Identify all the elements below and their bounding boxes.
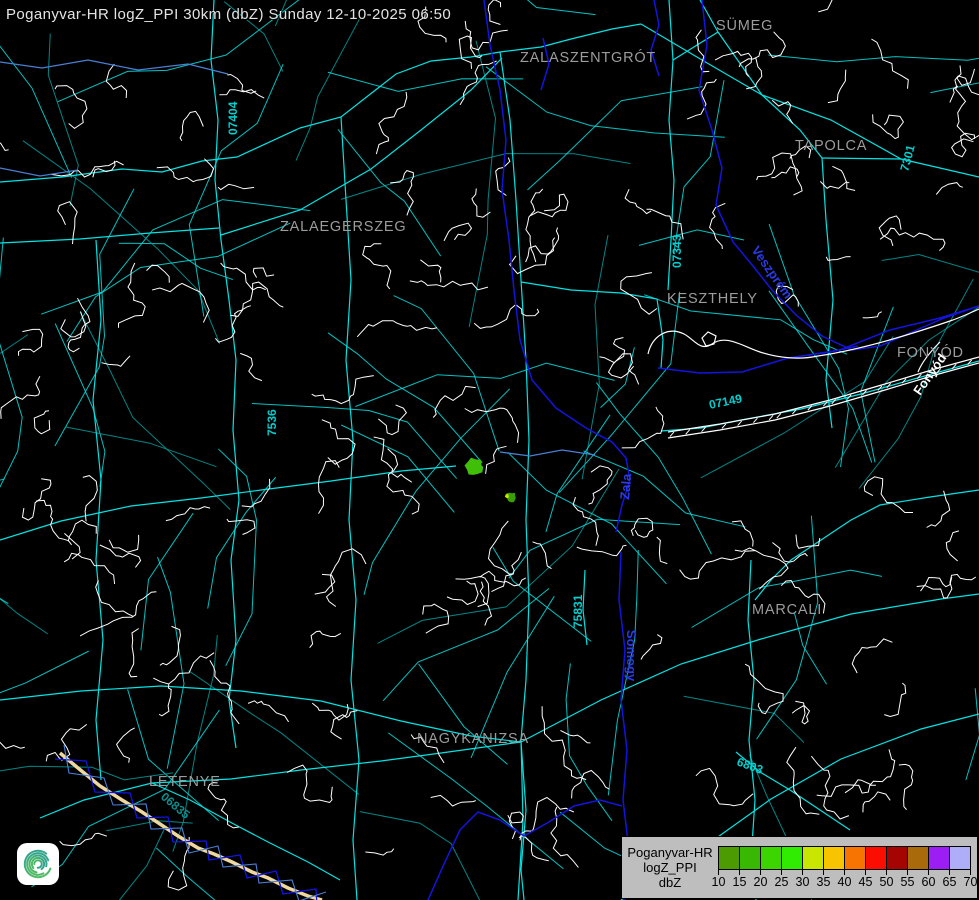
- colorbar-tick-label: 25: [771, 875, 792, 889]
- colorbar-tick-label: 30: [792, 875, 813, 889]
- colorbar-legend: Poganyvar-HR logZ_PPI dbZ 10152025303540…: [621, 836, 978, 899]
- road-label-75831: 75831: [571, 594, 585, 628]
- colorbar-tick-label: 65: [939, 875, 960, 889]
- road-label-07343: 07343: [670, 234, 684, 268]
- road-label-7536: 7536: [265, 409, 279, 436]
- colorbar-tick-label: 70: [960, 875, 979, 889]
- colorbar-swatches: [718, 846, 971, 870]
- legend-unit: dbZ: [622, 875, 718, 890]
- city-label-keszthely: KESZTHELY: [667, 291, 758, 307]
- water-label-somogy: Somogy: [624, 630, 639, 682]
- city-label-zalaegerszeg: ZALAEGERSZEG: [280, 219, 406, 235]
- city-label-s-meg: SÜMEG: [716, 16, 773, 34]
- colorbar-swatch: [865, 846, 887, 870]
- legend-text-block: Poganyvar-HR logZ_PPI dbZ: [622, 845, 718, 890]
- colorbar-swatch: [907, 846, 929, 870]
- legend-product: Poganyvar-HR: [622, 845, 718, 860]
- radar-map-image: SÜMEG ZALASZENTGRÓT TAPOLCA ZALAEGERSZEG KES…: [0, 0, 979, 900]
- colorbar-tick-label: 35: [813, 875, 834, 889]
- city-label-marcali: MARCALI: [752, 602, 822, 618]
- colorbar-tick-label: 45: [855, 875, 876, 889]
- city-label-letenye: LETENYE: [149, 774, 221, 790]
- colorbar-scale: 10152025303540455055606570: [718, 846, 971, 892]
- colorbar-tick-label: 50: [876, 875, 897, 889]
- radar-title: Poganyvar-HR logZ_PPI 30km (dbZ) Sunday …: [6, 6, 451, 23]
- colorbar-tick-label: 20: [750, 875, 771, 889]
- colorbar-tick-label: 10: [708, 875, 729, 889]
- water-label-zala: Zala: [617, 472, 634, 500]
- colorbar-tick-label: 55: [897, 875, 918, 889]
- colorbar-swatch: [928, 846, 950, 870]
- colorbar-swatch: [844, 846, 866, 870]
- colorbar-swatch: [781, 846, 803, 870]
- colorbar-tick-label: 60: [918, 875, 939, 889]
- colorbar-swatch: [886, 846, 908, 870]
- colorbar-tick-label: 40: [834, 875, 855, 889]
- legend-field: logZ_PPI: [622, 860, 718, 875]
- radar-viewer: SÜMEG ZALASZENTGRÓT TAPOLCA ZALAEGERSZEG KES…: [0, 0, 979, 900]
- city-label-zalaszentgr-t: ZALASZENTGRÓT: [520, 49, 656, 66]
- colorbar-tick-label: 15: [729, 875, 750, 889]
- colorbar-tick-labels: 10152025303540455055606570: [718, 875, 971, 890]
- app-logo[interactable]: [17, 843, 59, 885]
- city-label-nagykanizsa: NAGYKANIZSA: [417, 731, 529, 747]
- colorbar-swatch: [802, 846, 824, 870]
- road-label-07404: 07404: [226, 101, 240, 135]
- city-label-fony-d: FONYÓD: [897, 344, 964, 361]
- colorbar-swatch: [949, 846, 971, 870]
- city-label-tapolca: TAPOLCA: [795, 138, 867, 154]
- cyclone-spiral-icon: [21, 847, 55, 881]
- colorbar-swatch: [739, 846, 761, 870]
- colorbar-swatch: [760, 846, 782, 870]
- colorbar-swatch: [718, 846, 740, 870]
- colorbar-swatch: [823, 846, 845, 870]
